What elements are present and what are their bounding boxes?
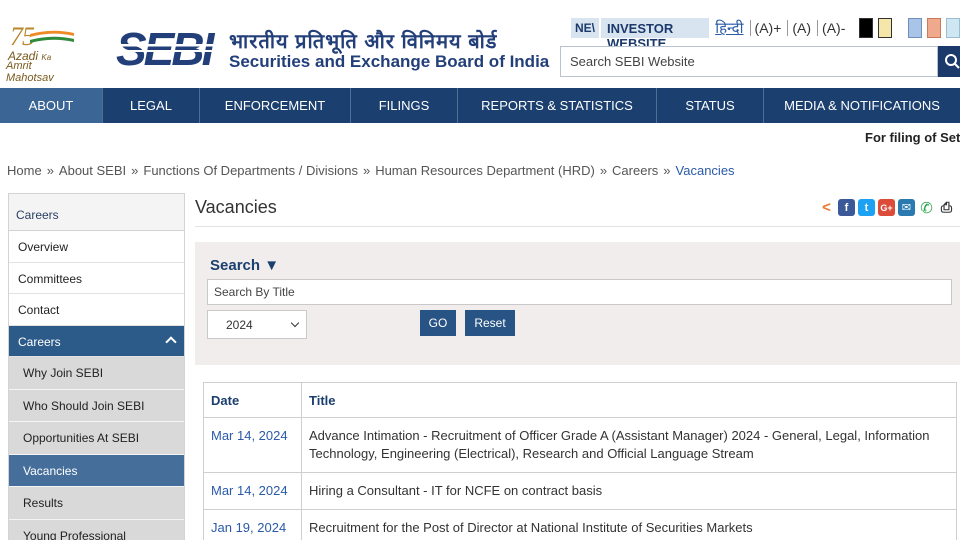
title-divider [195,226,960,227]
theme-blue-swatch[interactable] [908,18,923,38]
table-row: Mar 14, 2024 Hiring a Consultant - IT fo… [203,472,957,510]
go-button[interactable]: GO [420,310,456,336]
font-increase-button[interactable]: (A)+ [749,20,781,36]
sebi-logo[interactable]: SEBI [116,24,220,72]
sidebar-item-careers[interactable]: Careers [9,325,184,357]
reset-button[interactable]: Reset [465,310,515,336]
row-title-link[interactable]: Hiring a Consultant - IT for NCFE on con… [301,472,957,510]
font-decrease-button[interactable]: (A)- [817,20,845,36]
nav-status[interactable]: STATUS [657,88,764,123]
azadi-ka-amrit-mahotsav-logo[interactable]: 75 Azadi Ka Amrit Mahotsav [6,22,80,84]
nav-media-notifications[interactable]: MEDIA & NOTIFICATIONS [764,88,960,123]
sidebar-item-overview[interactable]: Overview [9,231,184,263]
sidebar-subitem-why-join-sebi[interactable]: Why Join SEBI [9,357,184,390]
search-icon [945,54,960,69]
row-title-link[interactable]: Recruitment for the Post of Director at … [301,509,957,540]
sidebar-item-contact[interactable]: Contact [9,294,184,326]
theme-orange-swatch[interactable] [927,18,942,38]
table-row: Jan 19, 2024 Recruitment for the Post of… [203,509,957,540]
hindi-language-link[interactable]: हिन्दी [715,18,743,38]
sidebar-subitem-opportunities[interactable]: Opportunities At SEBI [9,422,184,455]
breadcrumb-careers[interactable]: Careers [612,163,658,178]
row-date: Mar 14, 2024 [203,417,302,473]
breadcrumb-home[interactable]: Home [7,163,42,178]
site-search-button[interactable] [938,46,960,77]
year-select-value: 2024 [226,318,253,332]
sidebar-subitem-vacancies[interactable]: Vacancies [9,454,184,487]
nav-legal[interactable]: LEGAL [103,88,200,123]
site-header: 75 Azadi Ka Amrit Mahotsav SEBI भारतीय प… [0,0,960,88]
google-plus-icon[interactable]: G+ [878,199,895,216]
theme-lightblue-swatch[interactable] [946,18,960,38]
site-title-english: Securities and Exchange Board of India [229,52,550,71]
sidebar-subitem-who-should-join[interactable]: Who Should Join SEBI [9,389,184,422]
row-title-link[interactable]: Advance Intimation - Recruitment of Offi… [301,417,957,473]
sidebar-subitem-results[interactable]: Results [9,487,184,520]
nav-reports-statistics[interactable]: REPORTS & STATISTICS [458,88,657,123]
row-date: Jan 19, 2024 [203,509,302,540]
news-ticker[interactable]: For filing of Settle [865,130,960,145]
chevron-down-icon [290,318,300,328]
vacancy-search-panel: Search ▼ Search By Title 2024 GO Reset [195,242,960,365]
sidebar-heading: Careers [9,194,184,231]
top-utility-bar: NE\ INVESTOR WEBSITE हिन्दी (A)+ (A) (A)… [571,17,960,51]
share-toolbar: < f t G+ ✉ ✆ ⎙ [818,199,955,217]
site-title-hindi: भारतीय प्रतिभूति और विनिमय बोर्ड [229,31,498,53]
share-icon[interactable]: < [818,199,835,216]
sidebar-subitem-young-professional[interactable]: Young Professional [9,519,184,540]
nav-filings[interactable]: FILINGS [351,88,458,123]
nav-enforcement[interactable]: ENFORCEMENT [200,88,351,123]
table-row: Mar 14, 2024 Advance Intimation - Recrui… [203,417,957,473]
new-badge: NE\ [571,18,600,38]
page-title: Vacancies [195,197,277,217]
contrast-yellow-swatch[interactable] [878,18,893,38]
title-search-input[interactable]: Search By Title [207,279,952,305]
sidebar-item-committees[interactable]: Committees [9,262,184,294]
whatsapp-icon[interactable]: ✆ [918,199,935,217]
email-icon[interactable]: ✉ [898,199,915,216]
svg-text:SEBI: SEBI [116,24,216,72]
vacancies-table: Date Title Mar 14, 2024 Advance Intimati… [203,382,957,540]
azadi-logo-line2: Amrit Mahotsav [6,60,54,84]
main-navigation: ABOUT LEGAL ENFORCEMENT FILINGS REPORTS … [0,88,960,123]
breadcrumb-vacancies: Vacancies [675,163,735,178]
twitter-icon[interactable]: t [858,199,875,216]
print-icon[interactable]: ⎙ [938,199,955,216]
breadcrumb-about-sebi[interactable]: About SEBI [59,163,126,178]
breadcrumb-functions[interactable]: Functions Of Departments / Divisions [143,163,358,178]
column-header-title: Title [301,382,957,418]
sidebar: Careers Overview Committees Contact Care… [8,193,185,540]
contrast-black-swatch[interactable] [859,18,874,38]
font-reset-button[interactable]: (A) [787,20,811,36]
nav-about[interactable]: ABOUT [0,88,103,123]
breadcrumb-hrd[interactable]: Human Resources Department (HRD) [375,163,595,178]
row-date: Mar 14, 2024 [203,472,302,510]
investor-website-link[interactable]: INVESTOR WEBSITE [601,18,710,51]
chevron-up-icon [165,335,177,348]
table-header-row: Date Title [203,382,957,418]
search-toggle[interactable]: Search ▼ [210,257,279,274]
sidebar-item-careers-label: Careers [18,334,61,349]
tricolor-flag-icon [29,30,75,43]
breadcrumb: Home» About SEBI» Functions Of Departments… [7,163,735,178]
year-select[interactable]: 2024 [207,310,307,339]
column-header-date: Date [203,382,302,418]
site-search-input[interactable]: Search SEBI Website [560,46,938,77]
facebook-icon[interactable]: f [838,199,855,216]
